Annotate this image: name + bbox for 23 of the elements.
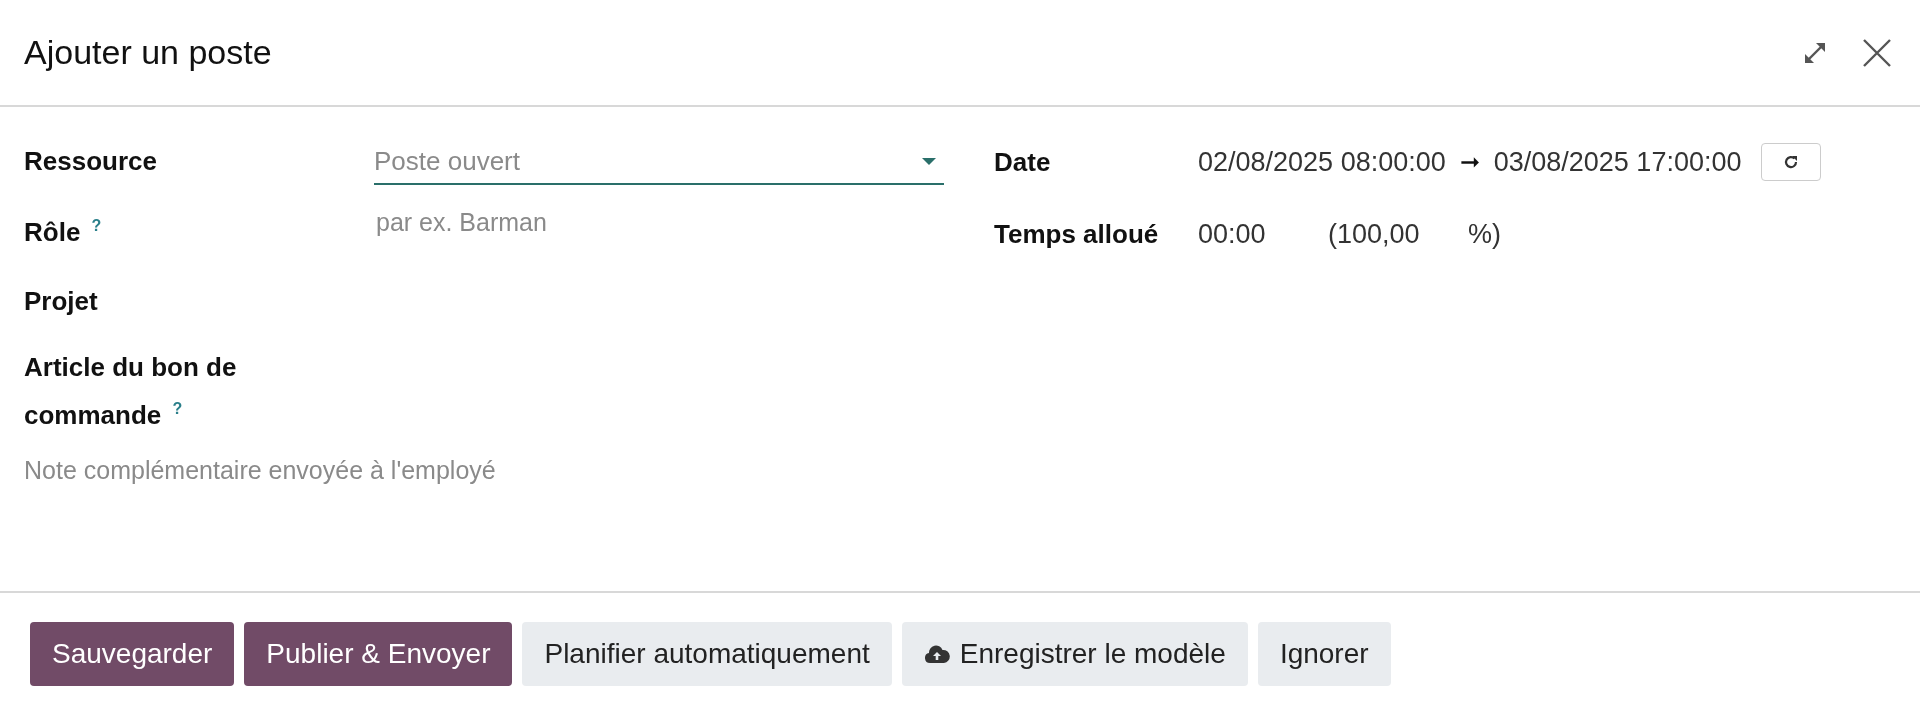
field-label: Temps alloué [994,218,1160,250]
percent-value[interactable]: (100,00 [1328,218,1468,250]
secondary-button[interactable]: Planifier automatiquement [522,622,892,686]
field-label: Rôle $^{?}$ [24,216,102,247]
refresh-button[interactable] [1761,143,1822,181]
primary-button[interactable]: Sauvegarder [30,622,235,686]
primary-button[interactable]: Publier & Envoyer [244,622,513,686]
percent-sign: %) [1468,218,1501,250]
start-date[interactable]: 02/08/2025 08:00:00 [1198,146,1446,178]
caret-icon [922,158,936,166]
end-date[interactable]: 03/08/2025 17:00:00 [1493,146,1742,178]
secondary-button[interactable]: Ignorer [1257,622,1391,686]
hours-value[interactable]: 00:00 [1198,218,1328,250]
secondary-button[interactable]: Enregistrer le modèle [901,622,1248,686]
field-label: Article du bon de commande $^{?}$ [24,352,237,430]
field-label: Date [994,146,1052,178]
arrow-icon: ➞ [1459,148,1480,176]
dialog-title: Ajouter un poste [24,33,272,72]
field-label: Projet [24,286,98,316]
close-icon[interactable] [1862,37,1892,68]
cloud-upload-icon [923,644,950,664]
field-label: Ressource [24,146,157,176]
refresh-icon [1783,154,1800,170]
